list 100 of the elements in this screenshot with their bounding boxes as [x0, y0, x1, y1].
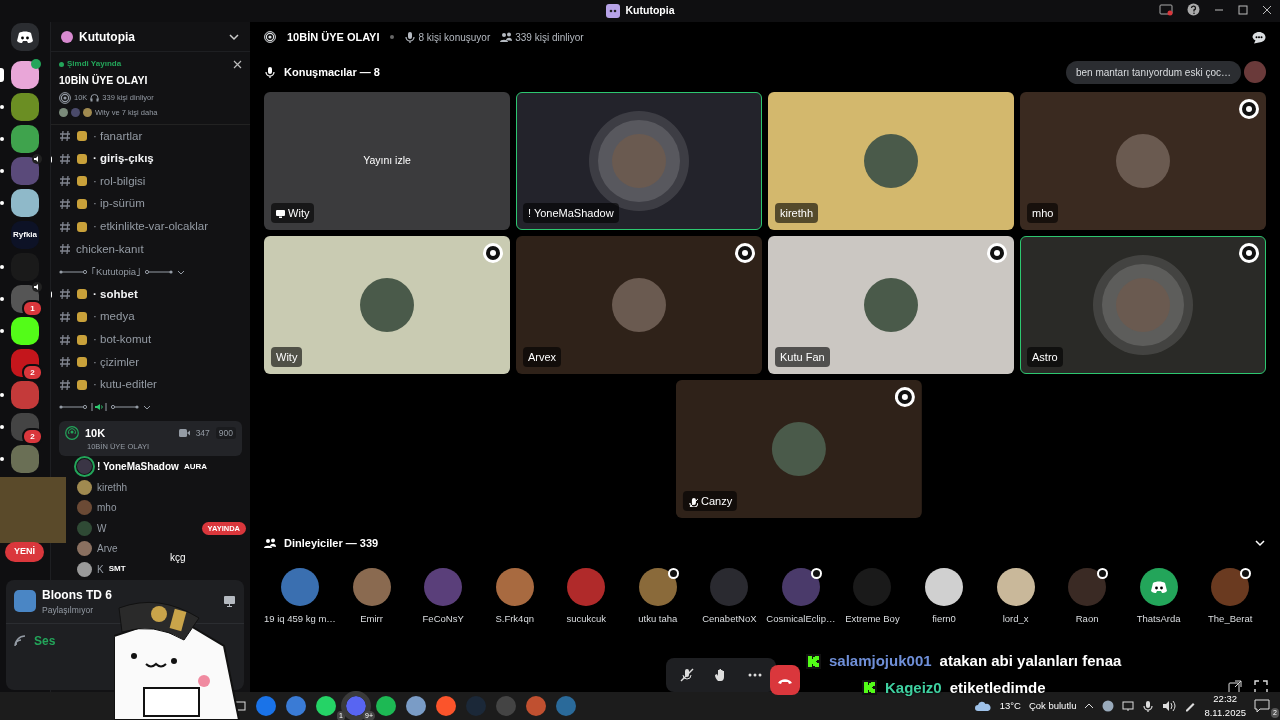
- user-avatar: [864, 278, 918, 332]
- mic-icon[interactable]: [1142, 700, 1155, 712]
- taskbar-app-icon[interactable]: [316, 696, 336, 716]
- user-avatar[interactable]: [1139, 568, 1178, 606]
- user-avatar[interactable]: [1211, 568, 1250, 606]
- volume-icon[interactable]: [1162, 700, 1177, 712]
- listener-name: sucukcuk: [566, 612, 607, 626]
- text-channel[interactable]: · sohbet: [51, 283, 250, 306]
- window-title: Kututopia: [625, 3, 675, 19]
- speaker-name: Wity: [271, 346, 303, 367]
- fullscreen-icon[interactable]: [1254, 680, 1268, 694]
- maximize-icon[interactable]: [1238, 4, 1248, 15]
- text-channel[interactable]: · etkinlikte-var-olcaklar: [51, 215, 250, 238]
- speaker-tile[interactable]: ! YoneMaShadow: [516, 92, 762, 230]
- category-name[interactable]: ｢Kututopia｣: [91, 264, 142, 279]
- text-channel[interactable]: · giriş-çıkış: [51, 147, 250, 171]
- text-channel[interactable]: · ip-sürüm: [51, 192, 250, 216]
- speaker-name: Wity: [271, 202, 315, 223]
- steam-icon[interactable]: [1102, 700, 1115, 712]
- hash-icon: [59, 152, 71, 165]
- role-tag: AURA: [183, 460, 207, 473]
- text-channel[interactable]: · kutu-editler: [51, 373, 250, 397]
- user-limit: 900: [215, 426, 236, 440]
- share-screen-icon[interactable]: [223, 595, 236, 608]
- listener-count: 339 kişi dinliyor: [515, 30, 584, 45]
- leave-button[interactable]: [770, 665, 800, 695]
- hash-icon: [59, 220, 71, 233]
- user-avatar[interactable]: [925, 568, 963, 606]
- text-channel[interactable]: · fanartlar: [51, 125, 250, 148]
- phone-icon: [777, 676, 793, 685]
- clock-date[interactable]: 8.11.2025: [1204, 706, 1246, 720]
- speaker-tile[interactable]: Kutu Fan: [768, 236, 1014, 374]
- broadcast-icon: [59, 91, 71, 104]
- speaker-tile[interactable]: Arvex: [516, 236, 762, 374]
- unread-indicator: [0, 137, 4, 141]
- screen-share-icon[interactable]: [1159, 3, 1173, 16]
- hash-icon: [59, 333, 71, 346]
- pen-icon[interactable]: [1184, 700, 1197, 712]
- unread-indicator: [0, 201, 4, 205]
- network-icon[interactable]: [1122, 700, 1135, 712]
- speaker-icon: [32, 282, 42, 292]
- server-logo-icon: [61, 30, 73, 43]
- moderator-badge-icon: [483, 243, 503, 263]
- member-name[interactable]: Arve: [97, 541, 118, 557]
- user-avatar[interactable]: [1068, 568, 1107, 606]
- popout-icon[interactable]: [1228, 680, 1242, 694]
- signal-icon: [14, 634, 28, 647]
- close-icon[interactable]: [233, 60, 242, 69]
- speaker-tile[interactable]: mho: [1020, 92, 1266, 230]
- speaker-tile[interactable]: Astro: [1020, 236, 1266, 374]
- taskbar-app-icon[interactable]: [436, 696, 456, 716]
- text-channel[interactable]: · medya: [51, 305, 250, 329]
- taskbar-app-icon[interactable]: [526, 696, 546, 716]
- chevron-down-icon[interactable]: [143, 403, 151, 412]
- hash-icon: [59, 288, 71, 301]
- speaker-name: Arvex: [523, 346, 562, 367]
- taskbar-app-icon[interactable]: [406, 696, 426, 716]
- speaker-name: ! YoneMaShadow: [523, 202, 619, 223]
- stream-tile[interactable]: Yayını izle Wity: [264, 92, 510, 230]
- unread-indicator: [0, 265, 4, 269]
- moderator-badge-icon: [894, 387, 915, 407]
- member-name[interactable]: mho: [97, 500, 117, 516]
- stage-icon: [264, 30, 277, 44]
- chevron-down-icon[interactable]: [1254, 537, 1266, 549]
- server-name[interactable]: Kututopia: [79, 27, 222, 46]
- member-name[interactable]: W: [97, 520, 107, 536]
- speaker-tile[interactable]: Wity: [264, 236, 510, 374]
- emoji-icon: [76, 220, 88, 233]
- chat-icon[interactable]: [1252, 30, 1266, 44]
- chat-preview[interactable]: ben mantarı tanıyordum eski çoc…: [1065, 60, 1241, 84]
- member-name[interactable]: ! YoneMaShadow: [97, 459, 179, 475]
- emoji-icon: [76, 130, 88, 143]
- user-avatar[interactable]: [996, 568, 1035, 606]
- speaker-icon: [32, 154, 42, 164]
- text-channel[interactable]: · çizimler: [51, 350, 250, 374]
- taskbar-app-icon[interactable]: [376, 696, 396, 716]
- chevron-up-icon[interactable]: [1084, 702, 1095, 710]
- taskbar-app-icon[interactable]: [256, 696, 276, 716]
- hash-icon: [59, 175, 71, 188]
- speaker-count: 8 kişi konuşuyor: [418, 30, 491, 45]
- event-title: 10BİN ÜYE OLAYI: [59, 73, 149, 88]
- new-unreads-pill[interactable]: YENİ: [5, 542, 44, 562]
- notifications-icon[interactable]: [1254, 699, 1270, 714]
- close-icon[interactable]: [1262, 4, 1272, 15]
- speaker-tile[interactable]: Canzy: [675, 380, 922, 518]
- text-channel[interactable]: chicken-kanıt: [51, 237, 250, 261]
- text-channel[interactable]: · rol-bilgisi: [51, 170, 250, 193]
- help-icon[interactable]: [1187, 3, 1200, 16]
- hash-icon: [59, 378, 71, 391]
- member-name[interactable]: kirethh: [97, 479, 127, 495]
- live-dot-icon: [59, 61, 64, 67]
- text-channel[interactable]: · bot-komut: [51, 328, 250, 351]
- member-name[interactable]: K: [97, 561, 104, 577]
- user-avatar[interactable]: [781, 568, 820, 606]
- task-view-icon[interactable]: [234, 700, 246, 712]
- user-avatar[interactable]: [638, 568, 677, 606]
- speaker-tile[interactable]: kirethh: [768, 92, 1014, 230]
- weather-text: Çok bulutlu: [1028, 698, 1077, 713]
- clock-time[interactable]: 22:32: [1204, 691, 1246, 706]
- taskbar-app-icon[interactable]: [286, 696, 306, 716]
